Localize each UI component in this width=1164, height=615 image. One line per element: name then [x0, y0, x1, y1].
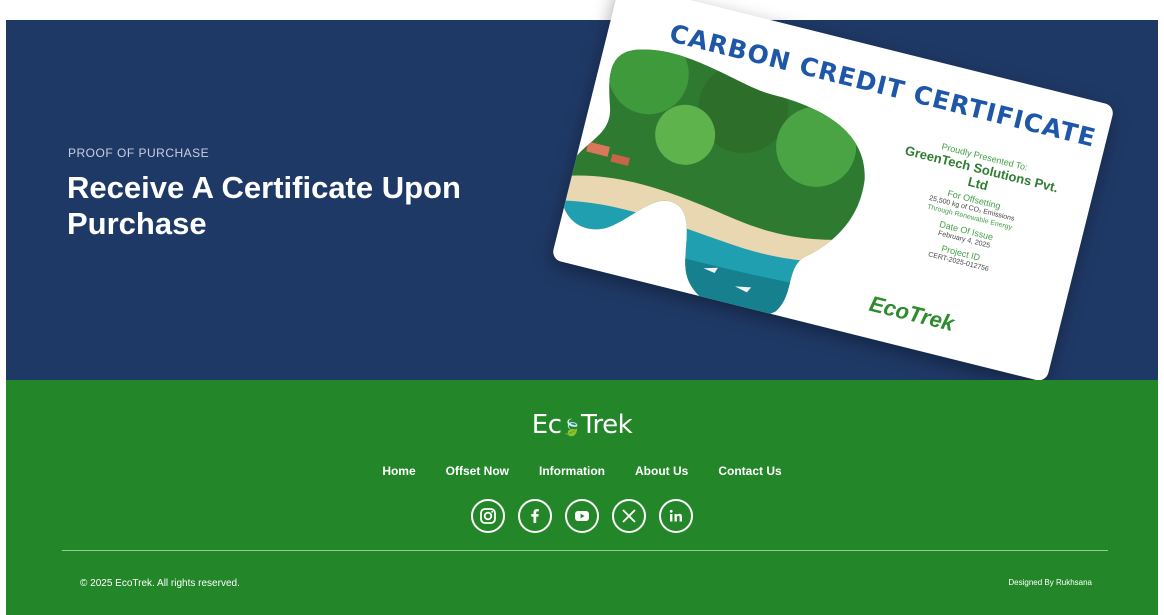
footer: Ec🍃Trek Home Offset Now Information Abou… — [6, 380, 1158, 615]
nav-home[interactable]: Home — [382, 464, 415, 478]
youtube-icon[interactable] — [565, 499, 599, 533]
section-title: Receive A Certificate Upon Purchase — [67, 170, 461, 241]
footer-nav: Home Offset Now Information About Us Con… — [6, 464, 1158, 478]
section-eyebrow: PROOF OF PURCHASE — [68, 146, 210, 160]
footer-divider — [62, 550, 1108, 551]
certificate-details: Proudly Presented To: GreenTech Solution… — [870, 126, 1074, 288]
brand-right: Trek — [580, 410, 633, 440]
instagram-icon[interactable] — [471, 499, 505, 533]
brand-left: Ec — [531, 410, 562, 440]
facebook-icon[interactable] — [518, 499, 552, 533]
page: PROOF OF PURCHASE Receive A Certificate … — [0, 0, 1164, 615]
nav-offset-now[interactable]: Offset Now — [446, 464, 509, 478]
designed-by-text: Designed By Rukhsana — [1008, 578, 1092, 587]
nav-contact-us[interactable]: Contact Us — [718, 464, 781, 478]
certificate-logo: EcoTrek — [866, 290, 957, 337]
x-icon[interactable] — [612, 499, 646, 533]
nav-about-us[interactable]: About Us — [635, 464, 688, 478]
nav-information[interactable]: Information — [539, 464, 605, 478]
copyright-text: © 2025 EcoTrek. All rights reserved. — [80, 578, 240, 589]
footer-logo[interactable]: Ec🍃Trek — [6, 410, 1158, 440]
leaf-icon: 🍃 — [561, 418, 582, 437]
linkedin-icon[interactable] — [659, 499, 693, 533]
social-links — [6, 499, 1158, 533]
